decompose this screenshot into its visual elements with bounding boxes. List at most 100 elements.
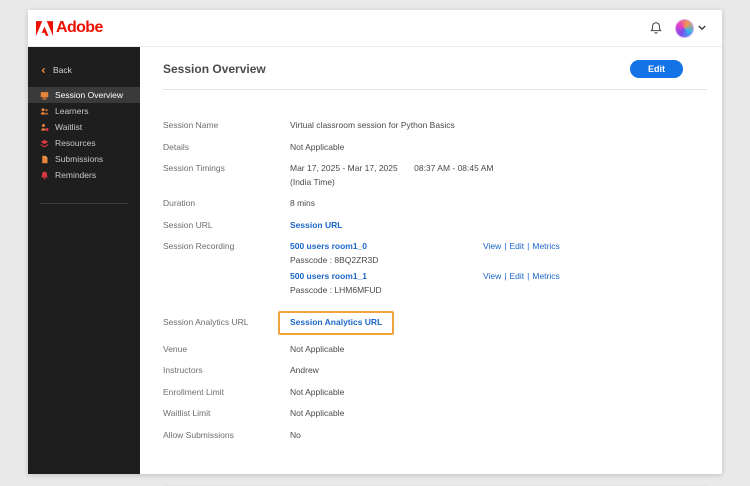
field-label: Duration	[163, 198, 196, 208]
main-content: Session Overview Edit Session Name Virtu…	[140, 47, 722, 486]
waitlist-icon	[40, 123, 49, 132]
view-link[interactable]: View	[483, 241, 501, 251]
field-label: Session Analytics URL	[163, 317, 249, 327]
edit-button[interactable]: Edit	[630, 60, 683, 78]
field-label: Session Recording	[163, 241, 235, 251]
recording-actions: View | Edit | Metrics	[483, 271, 560, 296]
field-enrollment-limit: Enrollment Limit Not Applicable	[163, 387, 707, 399]
recording-passcode: Passcode : LHM6MFUD	[290, 284, 382, 295]
field-value: Not Applicable	[290, 141, 345, 152]
field-value: Mar 17, 2025 - Mar 17, 2025 08:37 AM - 0…	[290, 163, 494, 188]
action-separator: |	[504, 241, 507, 251]
sidebar-item-reminders[interactable]: Reminders	[28, 167, 140, 183]
timing-times: 08:37 AM - 08:45 AM	[414, 163, 494, 173]
session-fields: Session Name Virtual classroom session f…	[163, 120, 707, 451]
back-label: Back	[53, 65, 72, 75]
sidebar-item-learners[interactable]: Learners	[28, 103, 140, 119]
sidebar-item-resources[interactable]: Resources	[28, 135, 140, 151]
field-duration: Duration 8 mins	[163, 198, 707, 210]
sidebar-item-session-overview[interactable]: Session Overview	[28, 87, 140, 103]
field-value: Andrew	[290, 365, 319, 375]
field-allow-submissions: Allow Submissions No	[163, 430, 707, 442]
sidebar-item-label: Waitlist	[55, 121, 83, 132]
back-button[interactable]: Back	[28, 61, 140, 87]
back-chevron-icon	[40, 66, 47, 75]
sidebar-item-label: Session Overview	[55, 89, 124, 100]
sidebar-item-label: Reminders	[55, 169, 97, 180]
learners-icon	[40, 107, 49, 116]
chevron-down-icon	[698, 25, 706, 31]
page-title: Session Overview	[163, 62, 266, 76]
field-label: Instructors	[163, 365, 203, 375]
field-session-analytics-url: Session Analytics URL Session Analytics …	[163, 311, 707, 335]
field-label: Venue	[163, 343, 188, 354]
adobe-logo-icon	[36, 20, 53, 36]
field-label: Allow Submissions	[163, 429, 234, 440]
field-label: Session URL	[163, 219, 213, 230]
timing-dates: Mar 17, 2025 - Mar 17, 2025	[290, 163, 398, 173]
field-label: Session Name	[163, 120, 219, 130]
recording-info: 500 users room1_0 Passcode : 8BQ2ZR3D	[290, 241, 483, 266]
session-overview-icon	[40, 91, 49, 100]
field-venue: Venue Not Applicable	[163, 344, 707, 356]
sidebar: Back Session Overview Learners Waitlist …	[28, 47, 140, 474]
field-label: Enrollment Limit	[163, 386, 224, 397]
header-divider	[163, 89, 707, 90]
field-details: Details Not Applicable	[163, 142, 707, 154]
field-waitlist-limit: Waitlist Limit Not Applicable	[163, 408, 707, 420]
action-separator: |	[504, 271, 507, 281]
field-session-url: Session URL Session URL	[163, 220, 707, 232]
top-bar: Adobe	[28, 10, 722, 47]
annotation-highlight-box: Session Analytics URL	[278, 311, 395, 335]
recording-item: 500 users room1_1 Passcode : LHM6MFUD Vi…	[290, 271, 560, 296]
field-value: No	[290, 429, 301, 440]
action-separator: |	[527, 271, 530, 281]
profile-menu[interactable]	[675, 18, 706, 38]
field-session-recording: Session Recording 500 users room1_0 Pass…	[163, 241, 707, 301]
edit-link[interactable]: Edit	[510, 241, 525, 251]
field-label: Session Timings	[163, 163, 225, 173]
edit-link[interactable]: Edit	[510, 271, 525, 281]
metrics-link[interactable]: Metrics	[532, 241, 559, 251]
field-session-timings: Session Timings Mar 17, 2025 - Mar 17, 2…	[163, 163, 707, 188]
timing-line: Mar 17, 2025 - Mar 17, 2025 08:37 AM - 0…	[290, 163, 494, 175]
avatar	[675, 18, 694, 38]
timing-timezone: (India Time)	[290, 176, 335, 187]
sidebar-item-label: Resources	[55, 137, 96, 148]
adobe-logo[interactable]: Adobe	[36, 19, 103, 37]
sidebar-item-label: Submissions	[55, 153, 104, 164]
field-label: Details	[163, 141, 189, 152]
app-window: Adobe Back Session Overview Learners Wai…	[28, 10, 722, 486]
sidebar-divider	[40, 203, 128, 204]
field-value: Not Applicable	[290, 386, 345, 397]
metrics-link[interactable]: Metrics	[532, 271, 559, 281]
resources-icon	[40, 139, 49, 148]
field-session-name: Session Name Virtual classroom session f…	[163, 120, 707, 132]
recording-link[interactable]: 500 users room1_0	[290, 241, 367, 251]
sidebar-item-label: Learners	[55, 105, 89, 116]
recording-info: 500 users room1_1 Passcode : LHM6MFUD	[290, 271, 483, 296]
adobe-logo-text: Adobe	[56, 19, 103, 36]
sidebar-item-waitlist[interactable]: Waitlist	[28, 119, 140, 135]
recording-item: 500 users room1_0 Passcode : 8BQ2ZR3D Vi…	[290, 241, 560, 266]
field-value: 8 mins	[290, 198, 316, 208]
notifications-bell-icon[interactable]	[649, 21, 663, 35]
sidebar-item-submissions[interactable]: Submissions	[28, 151, 140, 167]
recording-link[interactable]: 500 users room1_1	[290, 271, 367, 281]
main-header: Session Overview Edit	[163, 60, 707, 78]
field-value: Not Applicable	[290, 343, 345, 354]
field-label: Waitlist Limit	[163, 408, 211, 418]
submissions-icon	[40, 155, 49, 164]
field-value: Virtual classroom session for Python Bas…	[290, 120, 455, 130]
reminders-icon	[40, 171, 49, 180]
field-value: Not Applicable	[290, 408, 345, 418]
recording-actions: View | Edit | Metrics	[483, 241, 560, 266]
session-url-link[interactable]: Session URL	[290, 220, 342, 230]
topbar-actions	[649, 18, 706, 38]
field-instructors: Instructors Andrew	[163, 365, 707, 377]
recording-passcode: Passcode : 8BQ2ZR3D	[290, 254, 379, 265]
action-separator: |	[527, 241, 530, 251]
recording-list: 500 users room1_0 Passcode : 8BQ2ZR3D Vi…	[290, 241, 560, 301]
session-analytics-url-link[interactable]: Session Analytics URL	[290, 317, 382, 327]
view-link[interactable]: View	[483, 271, 501, 281]
